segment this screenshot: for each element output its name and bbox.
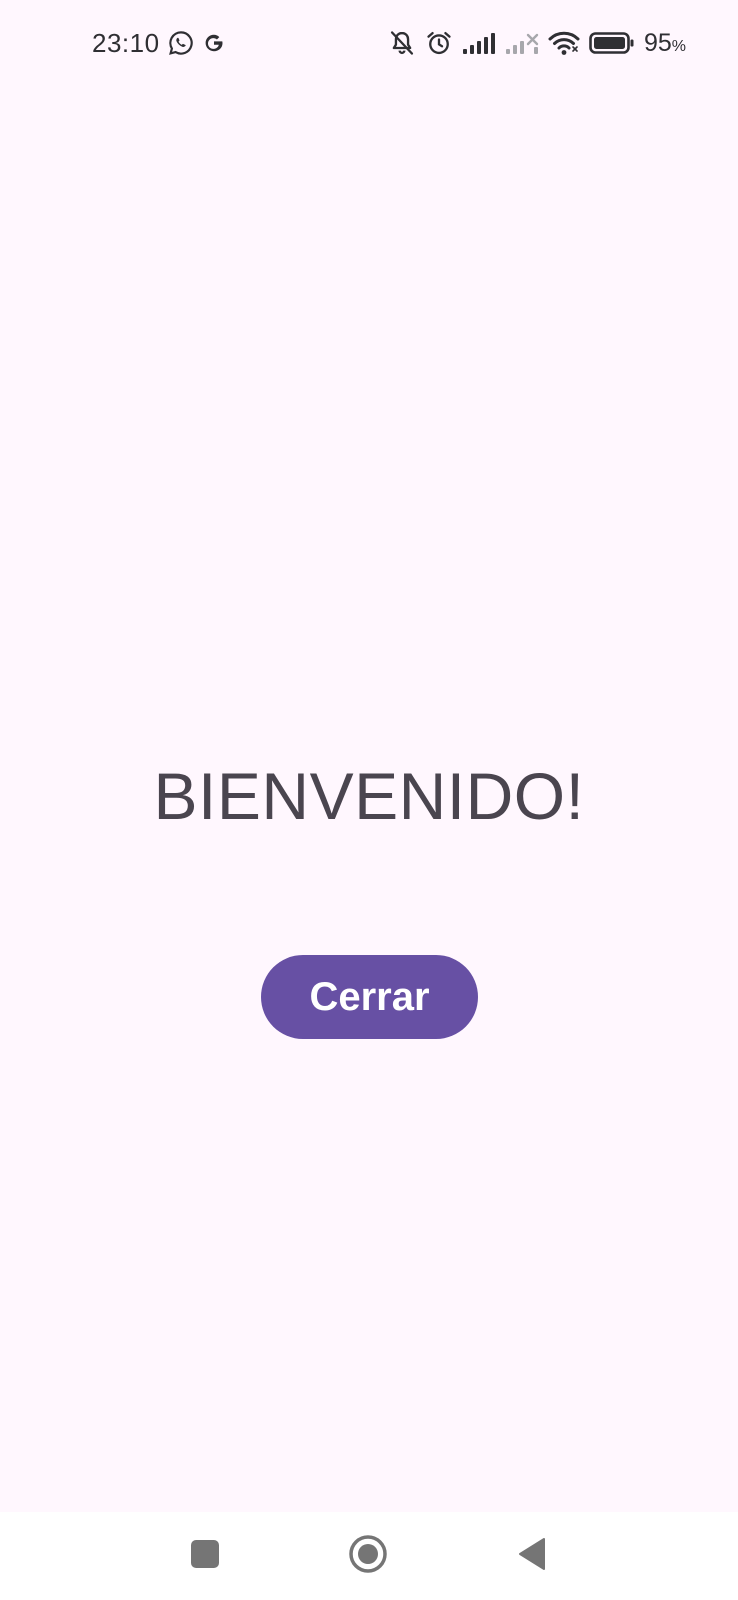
signal-no-service-icon bbox=[505, 31, 539, 55]
status-bar-right: 95% bbox=[388, 26, 686, 60]
wifi-icon bbox=[548, 30, 580, 56]
battery-percentage: 95% bbox=[644, 29, 686, 58]
google-icon bbox=[202, 31, 226, 55]
status-time: 23:10 bbox=[92, 27, 160, 58]
back-button[interactable] bbox=[504, 1528, 560, 1584]
signal-icon bbox=[462, 31, 496, 55]
battery-unit: % bbox=[671, 37, 686, 55]
navigation-bar bbox=[0, 1512, 738, 1600]
close-button[interactable]: Cerrar bbox=[261, 955, 478, 1039]
status-bar-left: 23:10 bbox=[92, 26, 226, 60]
whatsapp-icon bbox=[168, 30, 194, 56]
home-button[interactable] bbox=[340, 1528, 396, 1584]
recents-icon bbox=[190, 1539, 220, 1574]
back-icon bbox=[517, 1537, 547, 1576]
bell-off-icon bbox=[388, 29, 416, 57]
battery-icon bbox=[589, 31, 635, 55]
home-icon bbox=[348, 1534, 388, 1579]
welcome-title: BIENVENIDO! bbox=[153, 759, 585, 833]
alarm-icon bbox=[425, 29, 453, 57]
recents-button[interactable] bbox=[177, 1528, 233, 1584]
battery-value: 95 bbox=[643, 28, 672, 57]
status-bar: 23:10 95% bbox=[0, 0, 738, 86]
main-content: BIENVENIDO! Cerrar bbox=[0, 86, 738, 1512]
